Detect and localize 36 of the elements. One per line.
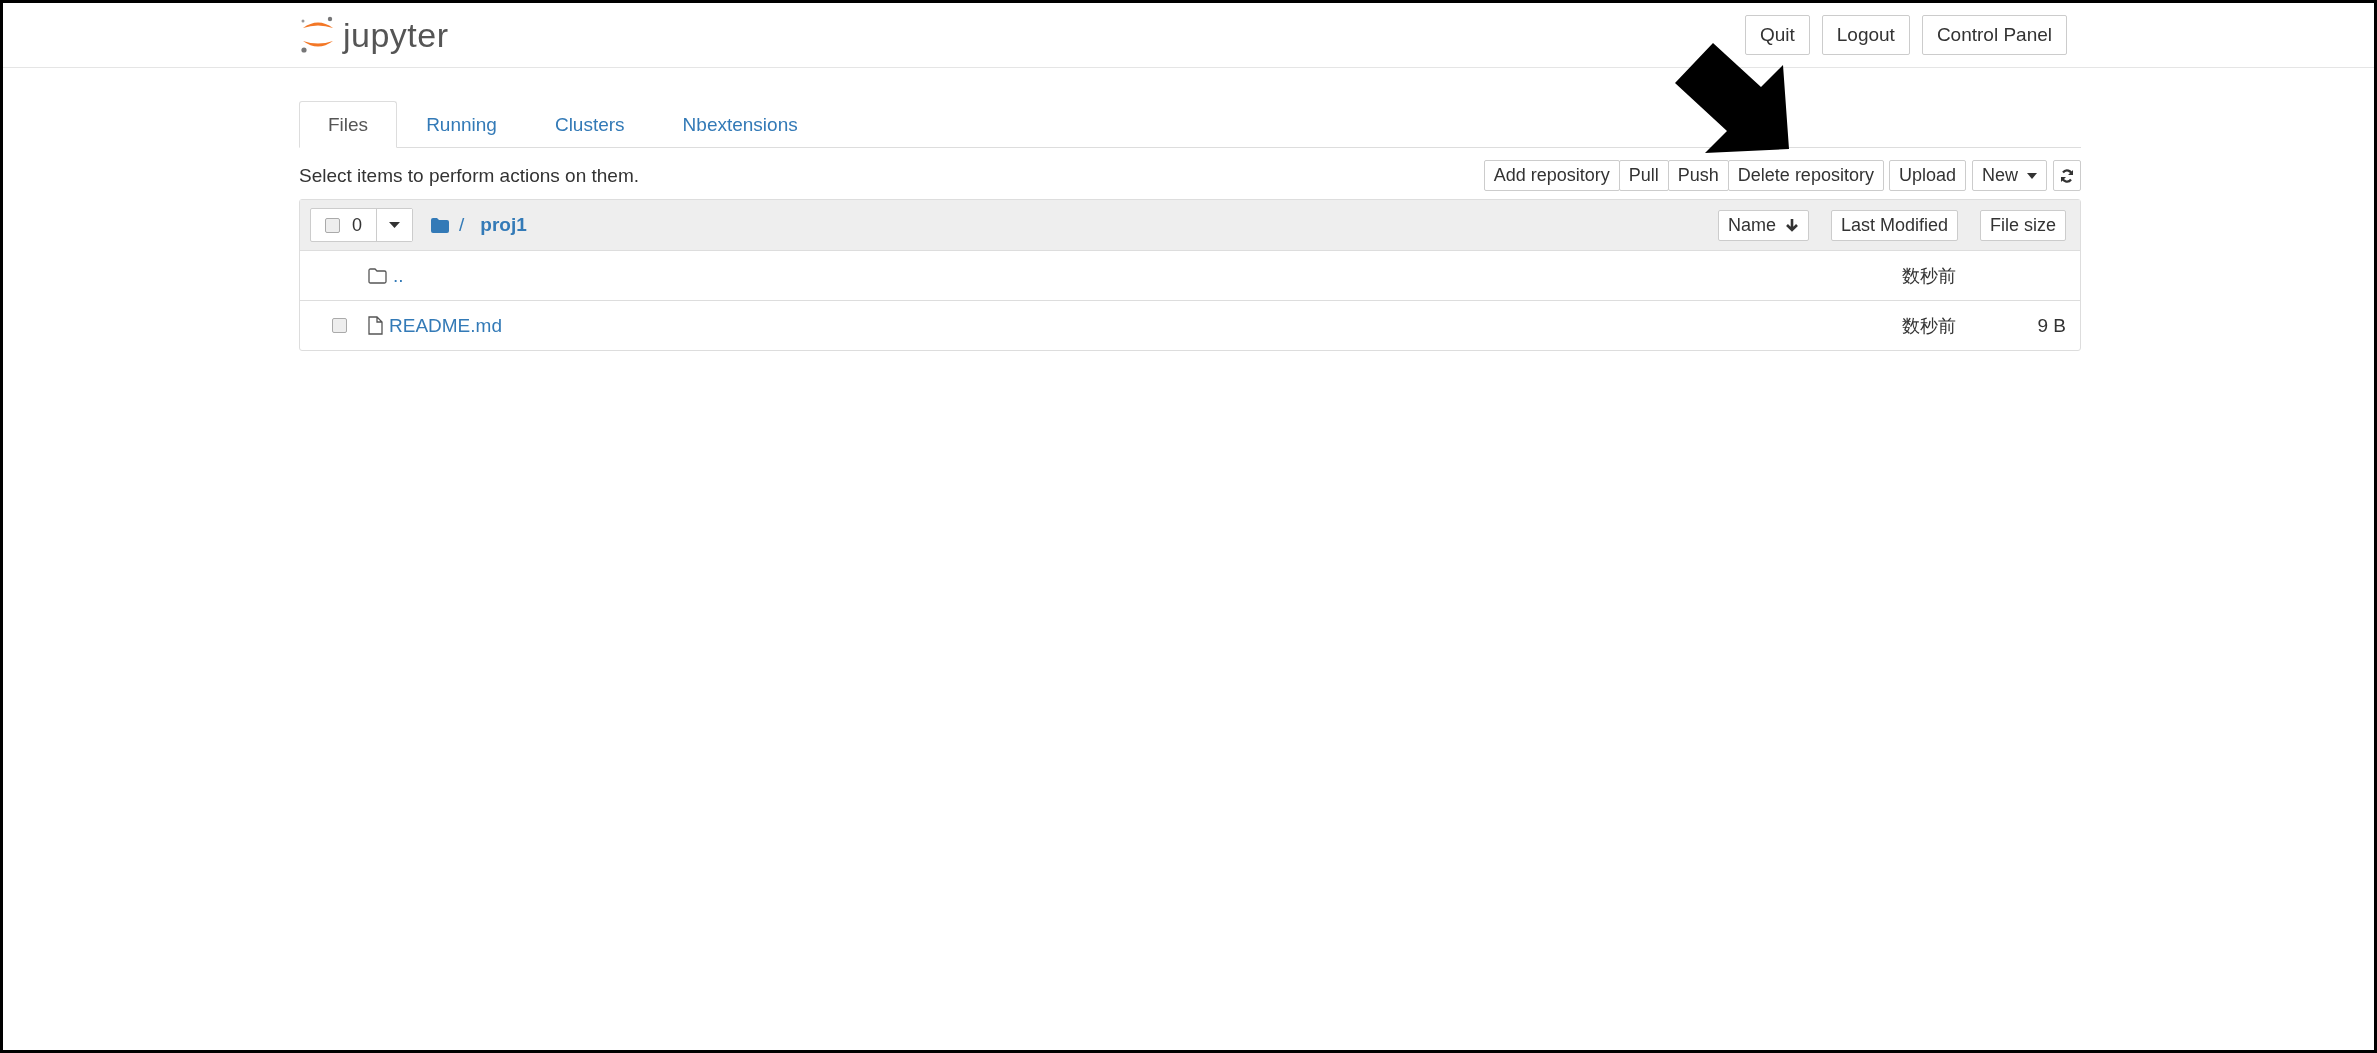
file-link[interactable]: .. — [393, 264, 404, 287]
toolbar-button[interactable]: Push — [1667, 160, 1729, 191]
toolbar-button[interactable]: Upload — [1888, 160, 1966, 191]
file-size: 9 B — [2037, 314, 2066, 336]
selected-count: 0 — [352, 214, 362, 236]
modified-time: 数秒前 — [1901, 314, 1956, 338]
folder-icon — [431, 217, 449, 233]
hint-text: Select items to perform actions on them. — [299, 164, 640, 187]
sort-button[interactable]: File size — [1980, 209, 2066, 241]
logo-text: jupyter — [343, 15, 449, 55]
toolbar-button[interactable]: Pull — [1618, 160, 1669, 191]
caret-icon — [389, 222, 400, 228]
sort-button[interactable]: Last Modified — [1830, 209, 1958, 241]
tab[interactable]: Running — [397, 101, 526, 148]
breadcrumb-link[interactable]: proj1 — [480, 214, 527, 236]
folder-icon — [368, 267, 387, 284]
toolbar-button[interactable]: Add repository — [1483, 160, 1620, 191]
sort-button[interactable]: Name — [1717, 209, 1809, 241]
tab[interactable]: Clusters — [525, 101, 654, 148]
new-dropdown-button[interactable]: New — [1971, 160, 2047, 191]
checkbox[interactable] — [332, 318, 347, 333]
modified-time: 数秒前 — [1901, 264, 1956, 288]
header-button[interactable]: Quit — [1744, 15, 1810, 55]
header-button[interactable]: Control Panel — [1921, 15, 2067, 55]
refresh-button[interactable] — [2053, 160, 2081, 191]
toolbar-button[interactable]: Delete repository — [1727, 160, 1884, 191]
tab[interactable]: Files — [299, 101, 398, 148]
header-button[interactable]: Logout — [1821, 15, 1910, 55]
caret-icon — [2027, 173, 2037, 180]
refresh-icon — [2060, 168, 2074, 183]
checkbox[interactable] — [325, 217, 340, 233]
down-arrow-icon — [1784, 217, 1799, 232]
tab[interactable]: Nbextensions — [653, 101, 827, 148]
file-icon — [368, 316, 383, 335]
breadcrumb-root[interactable]: / — [459, 214, 465, 236]
file-link[interactable]: README.md — [389, 314, 502, 337]
